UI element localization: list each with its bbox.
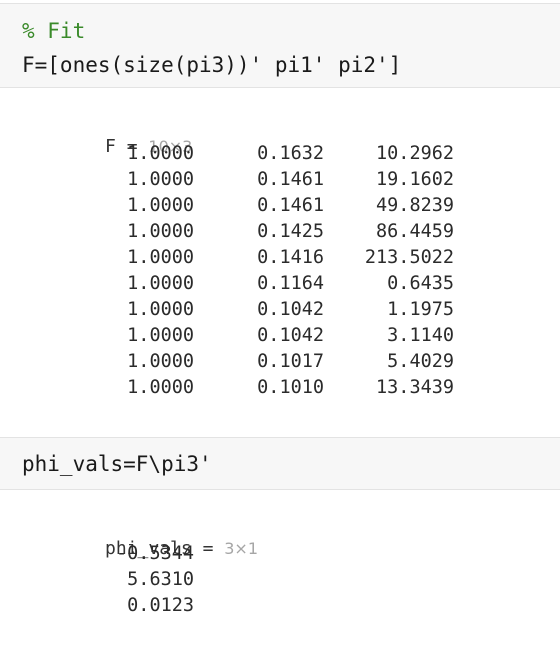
code-comment[interactable]: % Fit bbox=[22, 17, 85, 45]
matrix-cell: 0.1632 bbox=[257, 143, 324, 164]
vector-row: -0.5344 bbox=[0, 541, 560, 567]
matrix-cell: 1.0000 bbox=[127, 169, 194, 190]
vector-cell: 0.0123 bbox=[127, 595, 194, 616]
code-statement[interactable]: phi_vals=F\pi3' bbox=[22, 450, 212, 478]
matrix-cell: 86.4459 bbox=[376, 221, 454, 242]
matrix-cell: 213.5022 bbox=[364, 247, 454, 268]
matrix-cell: 0.6435 bbox=[387, 273, 454, 294]
matrix-cell: 1.0000 bbox=[127, 299, 194, 320]
matrix-cell: 13.3439 bbox=[376, 377, 454, 398]
matrix-row: 1.0000 0.1461 49.8239 bbox=[0, 193, 560, 219]
vector-row: 0.0123 bbox=[0, 593, 560, 619]
vector-cell: 5.6310 bbox=[127, 569, 194, 590]
matrix-cell: 0.1416 bbox=[257, 247, 324, 268]
code-cell-phi[interactable]: phi_vals=F\pi3' bbox=[0, 437, 560, 490]
matrix-row: 1.0000 0.1425 86.4459 bbox=[0, 219, 560, 245]
matrix-cell: 1.0000 bbox=[127, 377, 194, 398]
matrix-row: 1.0000 0.1461 19.1602 bbox=[0, 167, 560, 193]
matrix-cell: 0.1461 bbox=[257, 169, 324, 190]
matrix-cell: 49.8239 bbox=[376, 195, 454, 216]
vector-cell: -0.5344 bbox=[116, 543, 194, 564]
matrix-cell: 0.1010 bbox=[257, 377, 324, 398]
vector-row: 5.6310 bbox=[0, 567, 560, 593]
matrix-cell: 1.0000 bbox=[127, 195, 194, 216]
matrix-row: 1.0000 0.1416 213.5022 bbox=[0, 245, 560, 271]
matrix-cell: 1.0000 bbox=[127, 273, 194, 294]
matrix-row: 1.0000 0.1010 13.3439 bbox=[0, 375, 560, 401]
matrix-cell: 0.1042 bbox=[257, 299, 324, 320]
matrix-cell: 1.0000 bbox=[127, 351, 194, 372]
matrix-row: 1.0000 0.1017 5.4029 bbox=[0, 349, 560, 375]
output-vector-phi: phi_vals = 3×1 -0.5344 5.6310 0.0123 bbox=[0, 490, 560, 650]
code-statement[interactable]: F=[ones(size(pi3))' pi1' pi2'] bbox=[22, 51, 401, 79]
matrix-cell: 19.1602 bbox=[376, 169, 454, 190]
matrix-cell: 0.1164 bbox=[257, 273, 324, 294]
matrix-cell: 0.1017 bbox=[257, 351, 324, 372]
matrix-cell: 1.0000 bbox=[127, 325, 194, 346]
matrix-cell: 0.1461 bbox=[257, 195, 324, 216]
code-cell-fit[interactable]: % Fit F=[ones(size(pi3))' pi1' pi2'] bbox=[0, 3, 560, 88]
matrix-cell: 10.2962 bbox=[376, 143, 454, 164]
matrix-row: 1.0000 0.1164 0.6435 bbox=[0, 271, 560, 297]
matrix-cell: 1.0000 bbox=[127, 247, 194, 268]
matrix-row: 1.0000 0.1632 10.2962 bbox=[0, 141, 560, 167]
matrix-cell: 1.0000 bbox=[127, 143, 194, 164]
live-script-page: % Fit F=[ones(size(pi3))' pi1' pi2'] F =… bbox=[0, 0, 560, 652]
matrix-row: 1.0000 0.1042 3.1140 bbox=[0, 323, 560, 349]
matrix-cell: 3.1140 bbox=[387, 325, 454, 346]
matrix-row: 1.0000 0.1042 1.1975 bbox=[0, 297, 560, 323]
output-matrix-F: F = 10×3 1.0000 0.1632 10.2962 1.0000 0.1461… bbox=[0, 88, 560, 438]
matrix-cell: 0.1042 bbox=[257, 325, 324, 346]
matrix-cell: 1.0000 bbox=[127, 221, 194, 242]
matrix-cell: 0.1425 bbox=[257, 221, 324, 242]
matrix-cell: 1.1975 bbox=[387, 299, 454, 320]
matrix-cell: 5.4029 bbox=[387, 351, 454, 372]
